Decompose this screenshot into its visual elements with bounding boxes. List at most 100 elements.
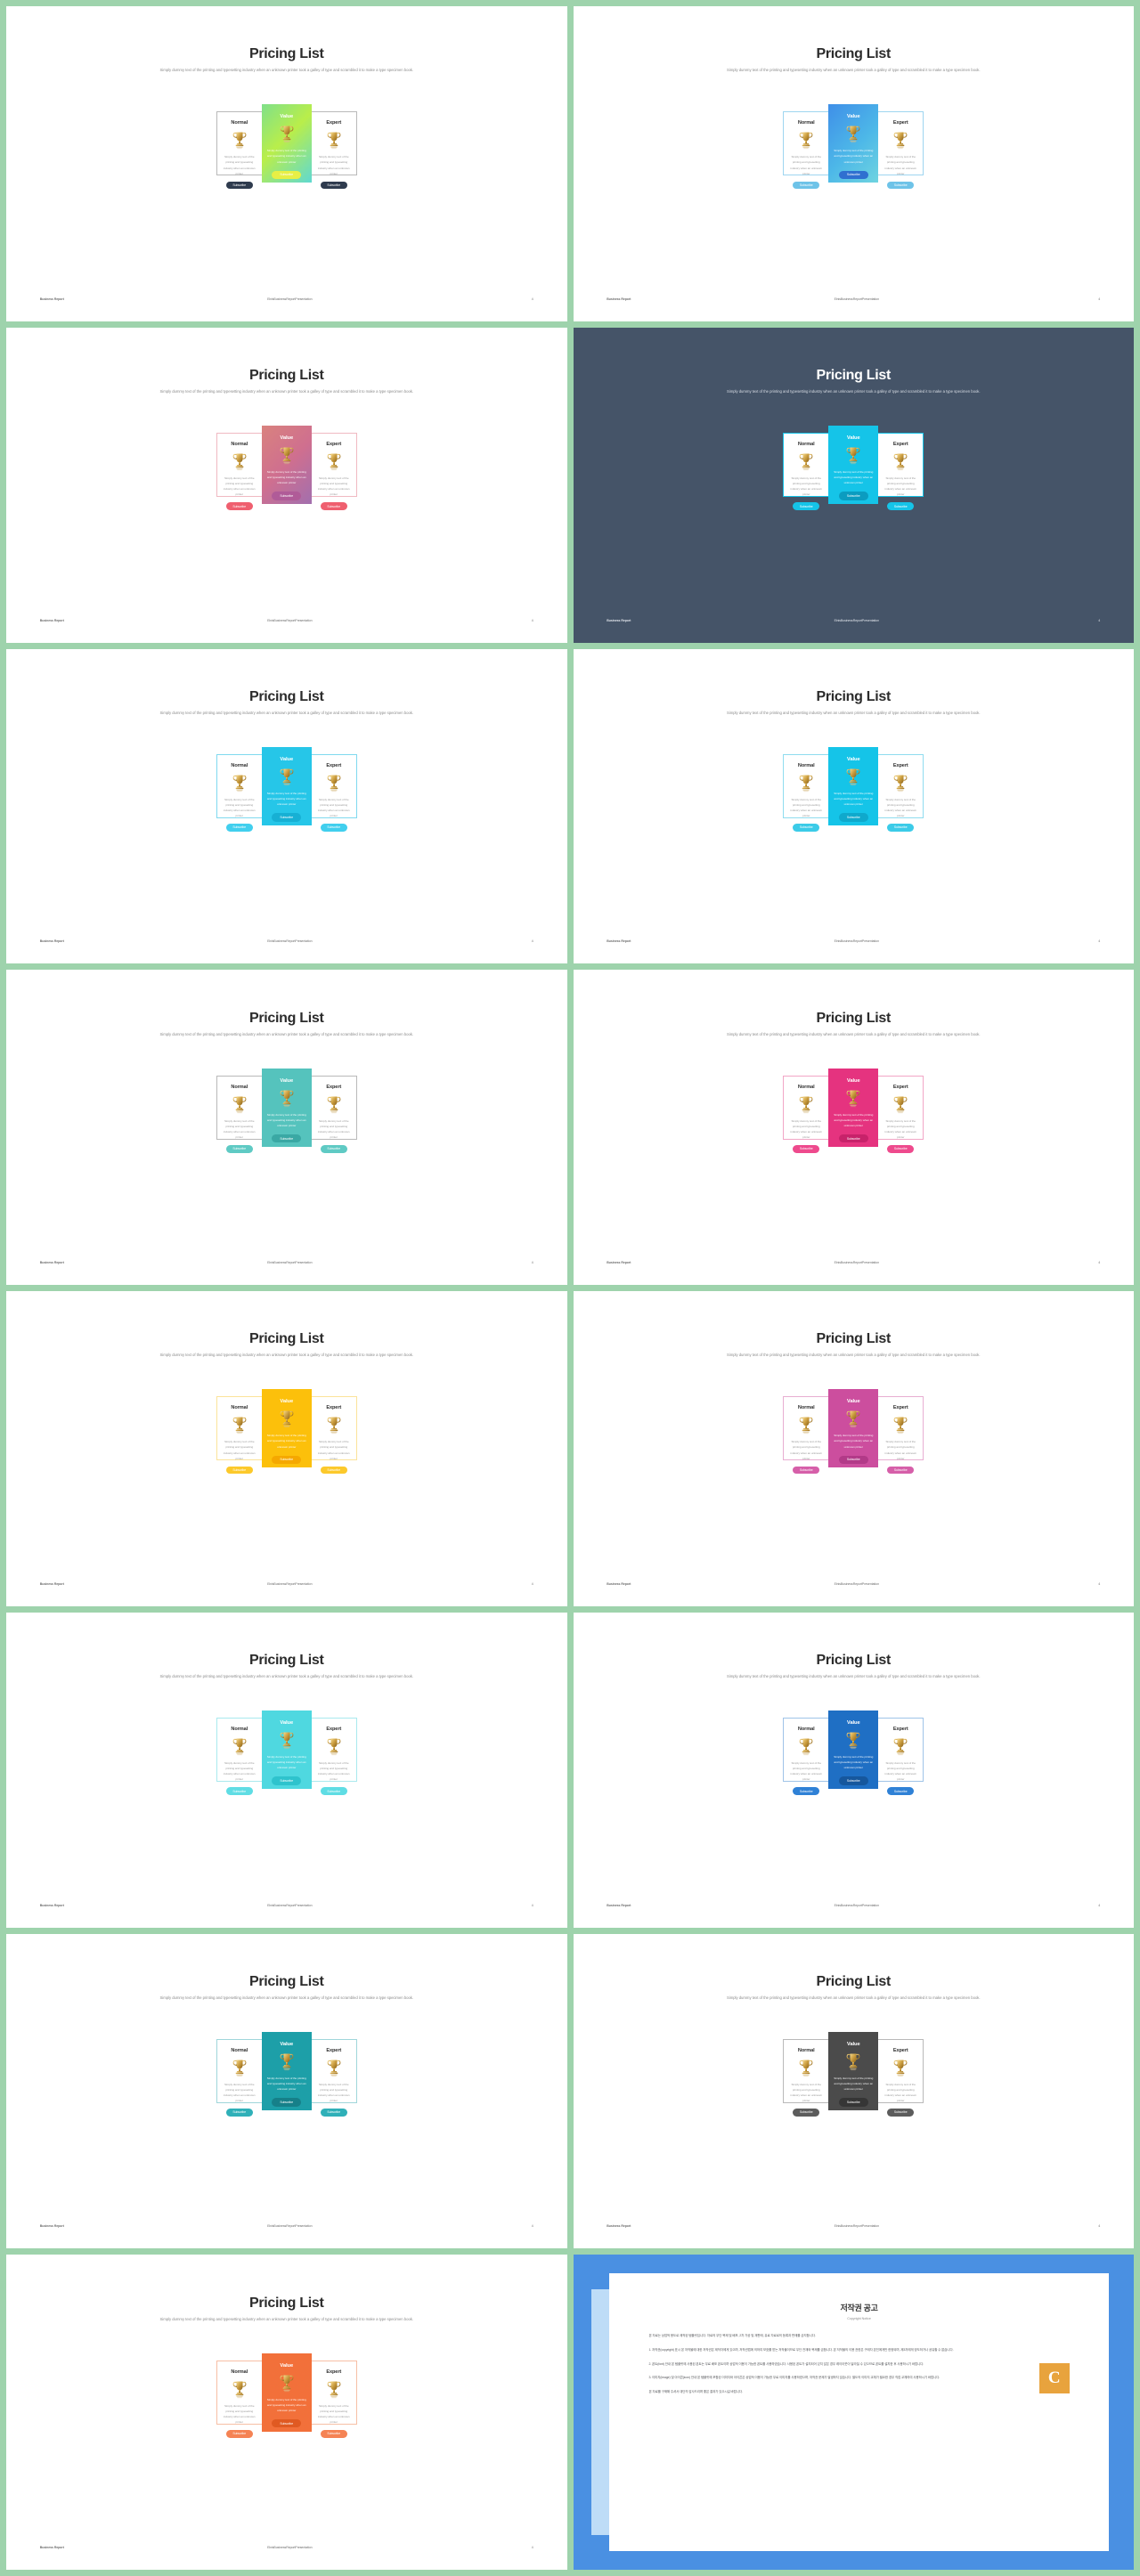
subscribe-button[interactable]: Subscribe (887, 2109, 915, 2117)
subscribe-button[interactable]: Subscribe (887, 1466, 915, 1475)
pricing-card-value[interactable]: Value Simply dummy text of the printing … (261, 104, 312, 183)
pricing-card-value[interactable]: Value Simply dummy text of the printing … (828, 746, 879, 825)
slide-thumbnail[interactable]: Pricing List Simply dummy text of the pr… (6, 648, 567, 964)
pricing-card-normal[interactable]: Normal Simply dummy text of the printing… (216, 2360, 263, 2438)
subscribe-button[interactable]: Subscribe (887, 1787, 915, 1796)
pricing-card-expert[interactable]: Expert Simply dummy text of the printing… (877, 753, 924, 832)
pricing-card-expert[interactable]: Expert Simply dummy text of the printing… (877, 433, 924, 511)
subscribe-button[interactable]: Subscribe (320, 1787, 347, 1796)
pricing-card-value[interactable]: Value Simply dummy text of the printing … (261, 2031, 312, 2110)
subscribe-button[interactable]: Subscribe (272, 2418, 302, 2428)
subscribe-button[interactable]: Subscribe (838, 170, 868, 180)
subscribe-button[interactable]: Subscribe (838, 1776, 868, 1785)
subscribe-button[interactable]: Subscribe (838, 1455, 868, 1465)
pricing-card-value[interactable]: Value Simply dummy text of the printing … (828, 1068, 879, 1147)
pricing-card-normal[interactable]: Normal Simply dummy text of the printing… (216, 1396, 263, 1475)
subscribe-button[interactable]: Subscribe (320, 181, 347, 190)
pricing-card-value[interactable]: Value Simply dummy text of the printing … (261, 746, 312, 825)
subscribe-button[interactable]: Subscribe (225, 2109, 253, 2117)
subscribe-button[interactable]: Subscribe (320, 824, 347, 832)
slide-thumbnail[interactable]: Pricing List Simply dummy text of the pr… (6, 1612, 567, 1928)
subscribe-button[interactable]: Subscribe (793, 1787, 820, 1796)
pricing-card-normal[interactable]: Normal Simply dummy text of the printing… (783, 1075, 830, 1153)
subscribe-button[interactable]: Subscribe (838, 813, 868, 822)
pricing-card-expert[interactable]: Expert Simply dummy text of the printing… (310, 2360, 357, 2438)
subscribe-button[interactable]: Subscribe (793, 1144, 820, 1153)
slide-thumbnail[interactable]: Pricing List Simply dummy text of the pr… (573, 1933, 1134, 2249)
pricing-card-expert[interactable]: Expert Simply dummy text of the printing… (877, 111, 924, 190)
subscribe-button[interactable]: Subscribe (225, 824, 253, 832)
subscribe-button[interactable]: Subscribe (225, 1466, 253, 1475)
pricing-card-value[interactable]: Value Simply dummy text of the printing … (261, 2353, 312, 2432)
subscribe-button[interactable]: Subscribe (225, 2429, 253, 2438)
subscribe-button[interactable]: Subscribe (225, 181, 253, 190)
slide-thumbnail[interactable]: Pricing List Simply dummy text of the pr… (6, 6, 567, 321)
subscribe-button[interactable]: Subscribe (838, 1134, 868, 1143)
slide-thumbnail[interactable]: Pricing List Simply dummy text of the pr… (573, 648, 1134, 964)
pricing-card-value[interactable]: Value Simply dummy text of the printing … (261, 1068, 312, 1147)
subscribe-button[interactable]: Subscribe (887, 502, 915, 511)
subscribe-button[interactable]: Subscribe (272, 492, 302, 500)
pricing-card-expert[interactable]: Expert Simply dummy text of the printing… (310, 111, 357, 190)
slide-thumbnail[interactable]: Pricing List Simply dummy text of the pr… (6, 327, 567, 643)
subscribe-button[interactable]: Subscribe (272, 813, 302, 822)
subscribe-button[interactable]: Subscribe (793, 181, 820, 190)
pricing-card-expert[interactable]: Expert Simply dummy text of the printing… (310, 2038, 357, 2117)
slide-thumbnail[interactable]: Pricing List Simply dummy text of the pr… (6, 1933, 567, 2249)
pricing-card-normal[interactable]: Normal Simply dummy text of the printing… (783, 1396, 830, 1475)
pricing-card-normal[interactable]: Normal Simply dummy text of the printing… (216, 2038, 263, 2117)
pricing-card-value[interactable]: Value Simply dummy text of the printing … (261, 1711, 312, 1790)
pricing-card-normal[interactable]: Normal Simply dummy text of the printing… (216, 1075, 263, 1153)
subscribe-button[interactable]: Subscribe (320, 2429, 347, 2438)
subscribe-button[interactable]: Subscribe (887, 1144, 915, 1153)
subscribe-button[interactable]: Subscribe (793, 824, 820, 832)
pricing-card-value[interactable]: Value Simply dummy text of the printing … (828, 426, 879, 505)
pricing-card-expert[interactable]: Expert Simply dummy text of the printing… (877, 1075, 924, 1153)
pricing-card-value[interactable]: Value Simply dummy text of the printing … (261, 1389, 312, 1468)
pricing-card-value[interactable]: Value Simply dummy text of the printing … (828, 1389, 879, 1468)
subscribe-button[interactable]: Subscribe (887, 824, 915, 832)
pricing-card-expert[interactable]: Expert Simply dummy text of the printing… (877, 2038, 924, 2117)
subscribe-button[interactable]: Subscribe (838, 2098, 868, 2107)
pricing-card-normal[interactable]: Normal Simply dummy text of the printing… (783, 2038, 830, 2117)
pricing-card-normal[interactable]: Normal Simply dummy text of the printing… (216, 753, 263, 832)
pricing-card-expert[interactable]: Expert Simply dummy text of the printing… (310, 1075, 357, 1153)
pricing-card-value[interactable]: Value Simply dummy text of the printing … (828, 1711, 879, 1790)
slide-thumbnail[interactable]: Pricing List Simply dummy text of the pr… (573, 327, 1134, 643)
slide-thumbnail[interactable]: Pricing List Simply dummy text of the pr… (6, 970, 567, 1285)
slide-thumbnail[interactable]: Pricing List Simply dummy text of the pr… (573, 970, 1134, 1285)
subscribe-button[interactable]: Subscribe (320, 502, 347, 511)
subscribe-button[interactable]: Subscribe (225, 502, 253, 511)
subscribe-button[interactable]: Subscribe (272, 1455, 302, 1465)
pricing-card-expert[interactable]: Expert Simply dummy text of the printing… (310, 433, 357, 511)
subscribe-button[interactable]: Subscribe (793, 502, 820, 511)
pricing-card-normal[interactable]: Normal Simply dummy text of the printing… (783, 753, 830, 832)
subscribe-button[interactable]: Subscribe (320, 1144, 347, 1153)
pricing-card-normal[interactable]: Normal Simply dummy text of the printing… (783, 433, 830, 511)
pricing-card-normal[interactable]: Normal Simply dummy text of the printing… (216, 111, 263, 190)
slide-thumbnail[interactable]: Pricing List Simply dummy text of the pr… (573, 6, 1134, 321)
subscribe-button[interactable]: Subscribe (272, 1776, 302, 1785)
subscribe-button[interactable]: Subscribe (320, 2109, 347, 2117)
subscribe-button[interactable]: Subscribe (225, 1787, 253, 1796)
subscribe-button[interactable]: Subscribe (272, 1134, 302, 1143)
copyright-notice-slide[interactable]: 저작권 공고 Copyright Notice 본 자료는 상업적 용도로 제작… (573, 2255, 1134, 2570)
pricing-card-value[interactable]: Value Simply dummy text of the printing … (828, 2031, 879, 2110)
pricing-card-expert[interactable]: Expert Simply dummy text of the printing… (310, 1718, 357, 1796)
pricing-card-normal[interactable]: Normal Simply dummy text of the printing… (216, 433, 263, 511)
slide-thumbnail[interactable]: Pricing List Simply dummy text of the pr… (6, 1291, 567, 1606)
subscribe-button[interactable]: Subscribe (793, 2109, 820, 2117)
subscribe-button[interactable]: Subscribe (838, 492, 868, 500)
subscribe-button[interactable]: Subscribe (272, 170, 302, 180)
subscribe-button[interactable]: Subscribe (225, 1144, 253, 1153)
subscribe-button[interactable]: Subscribe (793, 1466, 820, 1475)
subscribe-button[interactable]: Subscribe (320, 1466, 347, 1475)
pricing-card-expert[interactable]: Expert Simply dummy text of the printing… (310, 1396, 357, 1475)
slide-thumbnail[interactable]: Pricing List Simply dummy text of the pr… (6, 2255, 567, 2570)
pricing-card-value[interactable]: Value Simply dummy text of the printing … (828, 104, 879, 183)
pricing-card-normal[interactable]: Normal Simply dummy text of the printing… (783, 1718, 830, 1796)
pricing-card-expert[interactable]: Expert Simply dummy text of the printing… (877, 1718, 924, 1796)
pricing-card-expert[interactable]: Expert Simply dummy text of the printing… (310, 753, 357, 832)
slide-thumbnail[interactable]: Pricing List Simply dummy text of the pr… (573, 1612, 1134, 1928)
pricing-card-normal[interactable]: Normal Simply dummy text of the printing… (216, 1718, 263, 1796)
